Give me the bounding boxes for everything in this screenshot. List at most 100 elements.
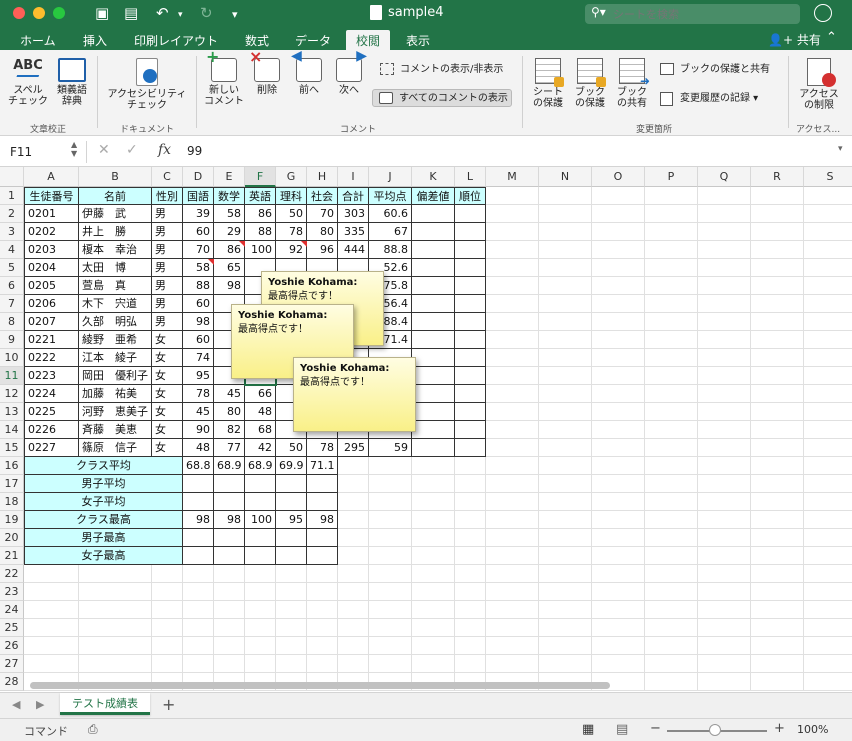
table-header-cell[interactable]: 合計 [338, 187, 369, 205]
cell[interactable] [645, 439, 698, 457]
thesaurus-button[interactable]: 類義語 辞典 [52, 58, 92, 107]
cell[interactable] [698, 205, 751, 223]
cell[interactable] [539, 529, 592, 547]
cell[interactable] [183, 655, 214, 673]
cell[interactable] [455, 475, 486, 493]
table-header-cell[interactable]: 偏差値 [412, 187, 455, 205]
summary-value[interactable]: 98 [307, 511, 338, 529]
next-comment-button[interactable]: ▶ 次へ [332, 49, 367, 96]
cell[interactable] [276, 655, 307, 673]
cell[interactable] [592, 331, 645, 349]
cell[interactable] [79, 655, 152, 673]
cell[interactable] [307, 583, 338, 601]
cell[interactable] [539, 403, 592, 421]
summary-value[interactable] [307, 529, 338, 547]
cell[interactable] [698, 295, 751, 313]
table-cell[interactable]: 45 [214, 385, 245, 403]
cell[interactable] [455, 601, 486, 619]
cell[interactable] [539, 619, 592, 637]
student-name-cell[interactable]: 伊藤 武 [79, 205, 152, 223]
cell[interactable] [751, 547, 804, 565]
table-cell[interactable] [412, 277, 455, 295]
summary-value[interactable]: 71.1 [307, 457, 338, 475]
column-header-q[interactable]: Q [698, 167, 751, 187]
cell[interactable] [539, 637, 592, 655]
cell[interactable] [24, 583, 79, 601]
cell[interactable] [486, 421, 539, 439]
cell[interactable] [486, 295, 539, 313]
table-cell[interactable] [412, 331, 455, 349]
cell[interactable] [486, 259, 539, 277]
cell[interactable] [152, 601, 183, 619]
summary-label[interactable]: クラス平均 [24, 457, 183, 475]
cell[interactable] [539, 205, 592, 223]
cell[interactable] [645, 349, 698, 367]
summary-value[interactable] [245, 547, 276, 565]
cell[interactable] [804, 655, 852, 673]
cell[interactable] [307, 655, 338, 673]
cell[interactable] [698, 583, 751, 601]
cell[interactable] [539, 331, 592, 349]
undo-dropdown-icon[interactable]: ▾ [178, 6, 183, 24]
cell[interactable] [338, 547, 369, 565]
cell[interactable] [539, 565, 592, 583]
cell[interactable] [592, 529, 645, 547]
sheet-search[interactable]: ⚲▾ [585, 4, 800, 24]
cell[interactable] [592, 385, 645, 403]
cell[interactable] [751, 205, 804, 223]
row-header-2[interactable]: 2 [0, 205, 24, 223]
table-cell[interactable]: 女 [152, 439, 183, 457]
row-header-3[interactable]: 3 [0, 223, 24, 241]
column-header-r[interactable]: R [751, 167, 804, 187]
table-cell[interactable] [412, 313, 455, 331]
cell[interactable] [412, 475, 455, 493]
row-header-15[interactable]: 15 [0, 439, 24, 457]
accessibility-button[interactable]: アクセシビリティ チェック [102, 58, 192, 111]
sheet-tab-test-results[interactable]: テスト成績表 [60, 693, 150, 715]
cell[interactable] [751, 511, 804, 529]
cell[interactable] [338, 511, 369, 529]
student-name-cell[interactable]: 加藤 祐美 [79, 385, 152, 403]
zoom-in-icon[interactable]: + [774, 721, 785, 736]
cell[interactable] [751, 565, 804, 583]
cell[interactable] [698, 223, 751, 241]
table-cell[interactable] [455, 205, 486, 223]
table-cell[interactable]: 女 [152, 421, 183, 439]
student-name-cell[interactable]: 太田 博 [79, 259, 152, 277]
cell[interactable] [369, 493, 412, 511]
table-cell[interactable] [455, 277, 486, 295]
summary-value[interactable] [307, 547, 338, 565]
cell[interactable] [338, 493, 369, 511]
cell[interactable] [751, 187, 804, 205]
table-cell[interactable]: 82 [214, 421, 245, 439]
summary-value[interactable] [214, 529, 245, 547]
cell[interactable] [412, 547, 455, 565]
row-header-19[interactable]: 19 [0, 511, 24, 529]
table-cell[interactable]: 女 [152, 331, 183, 349]
cell[interactable] [592, 205, 645, 223]
cell[interactable] [24, 637, 79, 655]
student-name-cell[interactable]: 榎本 幸治 [79, 241, 152, 259]
cell[interactable] [539, 583, 592, 601]
table-cell[interactable]: 60 [183, 295, 214, 313]
comment-indicator[interactable] [239, 241, 245, 247]
cell[interactable] [214, 601, 245, 619]
cell[interactable] [412, 565, 455, 583]
cell[interactable] [592, 367, 645, 385]
table-header-cell[interactable]: 数学 [214, 187, 245, 205]
table-cell[interactable]: 88.8 [369, 241, 412, 259]
student-id-cell[interactable]: 0203 [24, 241, 79, 259]
summary-value[interactable]: 69.9 [276, 457, 307, 475]
add-sheet-icon[interactable]: + [162, 695, 175, 714]
table-cell[interactable] [455, 331, 486, 349]
cell[interactable] [592, 421, 645, 439]
summary-value[interactable] [183, 475, 214, 493]
table-cell[interactable]: 303 [338, 205, 369, 223]
cell[interactable] [592, 259, 645, 277]
row-header-11[interactable]: 11 [0, 367, 24, 385]
comment-indicator[interactable] [301, 241, 307, 247]
cell[interactable] [412, 601, 455, 619]
cell[interactable] [751, 529, 804, 547]
cell[interactable] [751, 241, 804, 259]
cell[interactable] [539, 655, 592, 673]
